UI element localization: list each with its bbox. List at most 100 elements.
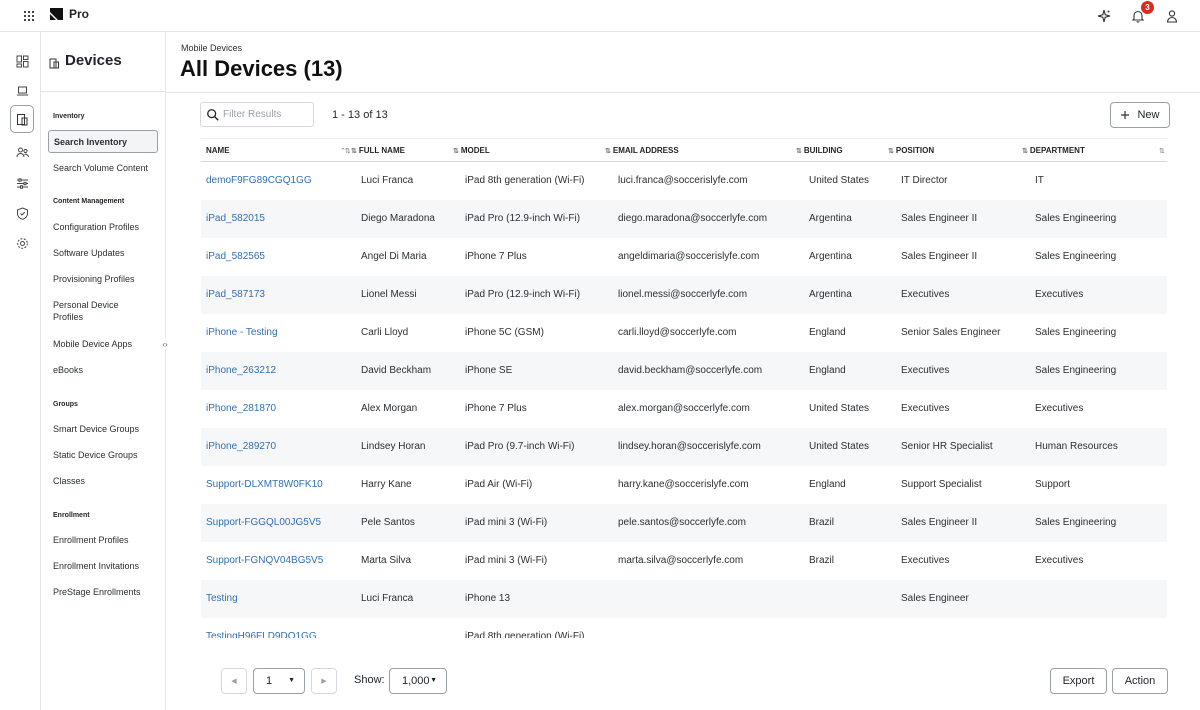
cell-name[interactable]: iPad_587173 <box>206 289 265 300</box>
cell-name[interactable]: iPhone - Testing <box>206 327 278 338</box>
gear-icon[interactable] <box>11 232 33 254</box>
app-grid-icon[interactable] <box>20 7 38 25</box>
cell-full-name: David Beckham <box>361 365 432 376</box>
table-row[interactable]: Support-DLXMT8W0FK10 Harry Kane iPad Air (… <box>201 466 1167 504</box>
page-size-select[interactable]: 1,000 ▼ <box>389 668 447 694</box>
cell-name[interactable]: iPhone_263212 <box>206 365 276 376</box>
header-divider <box>166 92 1200 93</box>
cell-name[interactable]: iPad_582565 <box>206 251 265 262</box>
cell-name[interactable]: demoF9FG89CGQ1GG <box>206 175 312 186</box>
table-row[interactable]: iPad_587173 Lionel Messi iPad Pro (12.9-in… <box>201 276 1167 314</box>
table-row[interactable]: iPhone - Testing Carli Lloyd iPhone 5C (GS… <box>201 314 1167 352</box>
brand-name: Pro <box>69 7 90 21</box>
cell-name[interactable]: Support-DLXMT8W0FK10 <box>206 479 323 490</box>
nav-section-inventory: Inventory <box>53 113 85 120</box>
page-number-select[interactable]: 1 ▼ <box>253 668 305 694</box>
dashboard-icon[interactable] <box>11 50 33 72</box>
new-button[interactable]: New <box>1110 102 1170 128</box>
table-row[interactable]: iPad_582015 Diego Maradona iPad Pro (12.9-… <box>201 200 1167 238</box>
cell-position: Executives <box>901 555 950 566</box>
cell-name[interactable]: TestingH96FLD9DQ1GG <box>206 631 317 638</box>
nav-link-classes[interactable]: Classes <box>53 475 157 487</box>
cell-full-name: Luci Franca <box>361 593 414 604</box>
nav-link-software-updates[interactable]: Software Updates <box>53 247 157 259</box>
column-header-department[interactable]: ⇅ DEPARTMENT <box>1022 146 1085 155</box>
nav-link-configuration-profiles[interactable]: Configuration Profiles <box>53 221 157 233</box>
table-row[interactable]: demoF9FG89CGQ1GG Luci Franca iPad 8th gene… <box>201 162 1167 200</box>
next-page-button[interactable]: ▶ <box>311 668 337 694</box>
export-button[interactable]: Export <box>1050 668 1107 694</box>
cell-name[interactable]: Testing <box>206 593 238 604</box>
nav-link-ebooks[interactable]: eBooks <box>53 364 157 376</box>
results-count: 1 - 13 of 13 <box>332 109 388 121</box>
sort-ascending-icon[interactable]: ⌃⇅ <box>340 147 351 155</box>
breadcrumb[interactable]: Mobile Devices <box>181 43 242 53</box>
cell-name[interactable]: iPad_582015 <box>206 213 265 224</box>
nav-link-smart-device-groups[interactable]: Smart Device Groups <box>53 423 157 435</box>
new-button-label: New <box>1137 109 1160 121</box>
cell-department: IT <box>1035 175 1044 186</box>
cell-model: iPad 8th generation (Wi-Fi) <box>465 631 585 638</box>
cell-email: lindsey.horan@soccerislyfe.com <box>618 441 761 452</box>
notifications-bell-icon[interactable]: 3 <box>1128 1 1154 26</box>
devices-icon[interactable] <box>10 105 34 133</box>
nav-link-prestage-enrollments[interactable]: PreStage Enrollments <box>53 586 157 598</box>
results-range: 1 - 13 <box>332 109 361 121</box>
table-row[interactable]: Support-FGGQL00JG5V5 Pele Santos iPad mini… <box>201 504 1167 542</box>
nav-link-search-inventory[interactable]: Search Inventory <box>48 130 158 153</box>
sparkle-icon[interactable] <box>1094 6 1114 26</box>
devices-icon <box>49 56 60 74</box>
table-row[interactable]: iPhone_263212 David Beckham iPhone SE david… <box>201 352 1167 390</box>
computers-icon[interactable] <box>11 79 33 101</box>
cell-name[interactable]: iPhone_281870 <box>206 403 276 414</box>
table-row[interactable]: TestingH96FLD9DQ1GG iPad 8th generation (… <box>201 618 1167 638</box>
table-row[interactable]: iPhone_289270 Lindsey Horan iPad Pro (9.7-… <box>201 428 1167 466</box>
column-header-full-name[interactable]: ⇅ FULL NAME <box>351 146 405 155</box>
resize-icon: ⇅ <box>453 147 459 155</box>
brand[interactable]: Pro <box>49 7 89 21</box>
nav-link-search-volume-content[interactable]: Search Volume Content <box>53 162 157 174</box>
table-row[interactable]: Support-FGNQV04BG5V5 Marta Silva iPad mini… <box>201 542 1167 580</box>
column-header-building[interactable]: ⇅ BUILDING <box>796 146 843 155</box>
cell-building: Argentina <box>809 289 852 300</box>
cell-email: lionel.messi@soccerlyfe.com <box>618 289 748 300</box>
cell-name[interactable]: iPhone_289270 <box>206 441 276 452</box>
cell-model: iPad Pro (9.7-inch Wi-Fi) <box>465 441 575 452</box>
nav-link-personal-device-profiles[interactable]: Personal Device Profiles <box>53 299 133 323</box>
column-header-name[interactable]: NAME <box>206 146 230 155</box>
nav-link-enrollment-profiles[interactable]: Enrollment Profiles <box>53 534 157 546</box>
column-header-label: BUILDING <box>803 146 843 155</box>
table-row[interactable]: iPad_582565 Angel Di Maria iPhone 7 Plus an… <box>201 238 1167 276</box>
chevron-down-icon: ▼ <box>430 677 437 684</box>
column-header-model[interactable]: ⇅ MODEL <box>453 146 490 155</box>
user-profile-icon[interactable] <box>1162 6 1182 26</box>
nav-link-mobile-device-apps[interactable]: Mobile Device Apps <box>53 338 157 350</box>
action-button[interactable]: Action <box>1112 668 1168 694</box>
resize-icon: ⇅ <box>605 147 611 155</box>
table-row[interactable]: Testing Luci Franca iPhone 13 Sales Enginee… <box>201 580 1167 618</box>
column-header-email[interactable]: ⇅ EMAIL ADDRESS <box>605 146 679 155</box>
nav-link-static-device-groups[interactable]: Static Device Groups <box>53 449 157 461</box>
settings-sliders-icon[interactable] <box>11 172 33 194</box>
cell-name[interactable]: Support-FGGQL00JG5V5 <box>206 517 321 528</box>
cell-building: United States <box>809 175 870 186</box>
previous-page-button[interactable]: ◀ <box>221 668 247 694</box>
resize-icon[interactable]: ⇅ <box>1159 147 1165 155</box>
users-icon[interactable] <box>11 141 33 163</box>
show-label: Show: <box>354 674 385 686</box>
nav-link-enrollment-invitations[interactable]: Enrollment Invitations <box>53 560 157 572</box>
security-shield-icon[interactable] <box>11 202 33 224</box>
table-row[interactable]: iPhone_281870 Alex Morgan iPhone 7 Plus ale… <box>201 390 1167 428</box>
cell-department: Sales Engineering <box>1035 213 1117 224</box>
nav-link-provisioning-profiles[interactable]: Provisioning Profiles <box>53 273 157 285</box>
chevron-down-icon: ▼ <box>288 677 295 684</box>
filter-field[interactable] <box>200 102 314 127</box>
column-header-position[interactable]: ⇅ POSITION <box>888 146 934 155</box>
cell-department: Human Resources <box>1035 441 1118 452</box>
cell-department: Sales Engineering <box>1035 251 1117 262</box>
cell-name[interactable]: Support-FGNQV04BG5V5 <box>206 555 323 566</box>
filter-input[interactable] <box>223 109 313 120</box>
resize-icon: ⇅ <box>888 147 894 155</box>
cell-department: Executives <box>1035 403 1084 414</box>
resize-icon: ⇅ <box>1022 147 1028 155</box>
